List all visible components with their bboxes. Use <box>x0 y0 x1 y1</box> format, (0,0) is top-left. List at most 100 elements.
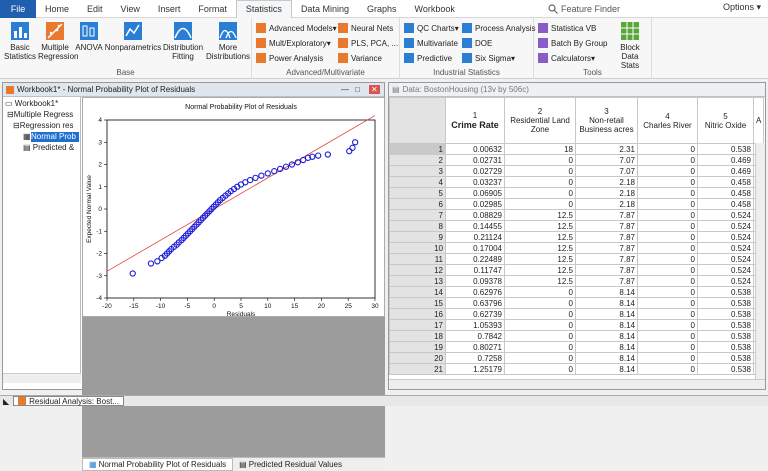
table-cell[interactable]: 0.7258 <box>445 352 505 364</box>
row-header[interactable]: 18 <box>389 330 446 342</box>
column-header[interactable]: 1 Crime Rate <box>445 97 505 144</box>
table-cell[interactable]: 7.87 <box>575 209 638 221</box>
anova-button[interactable]: ANOVA <box>75 21 103 52</box>
neural-nets-button[interactable]: Neural Nets <box>338 22 393 34</box>
table-cell[interactable]: 0 <box>504 154 576 166</box>
column-header[interactable]: 4 Charles River <box>637 97 698 144</box>
basic-statistics-button[interactable]: Basic Statistics <box>4 21 36 61</box>
table-cell[interactable]: 0.06905 <box>445 187 505 199</box>
qc-charts-button[interactable]: QC Charts ▾ <box>404 22 459 34</box>
table-cell[interactable]: 0.538 <box>697 297 754 309</box>
table-cell[interactable]: 0.09378 <box>445 275 505 287</box>
table-cell[interactable]: 0.22489 <box>445 253 505 265</box>
table-cell[interactable]: 8.14 <box>575 319 638 331</box>
table-cell[interactable]: 0 <box>637 198 698 210</box>
data-vertical-scrollbar[interactable] <box>755 143 765 379</box>
table-cell[interactable]: 12.5 <box>504 231 576 243</box>
process-analysis-button[interactable]: Process Analysis <box>462 22 535 34</box>
data-horizontal-scrollbar[interactable] <box>389 379 765 389</box>
table-cell[interactable]: 0 <box>637 319 698 331</box>
tree-item-multiple-regression[interactable]: ⊟Multiple Regress <box>7 110 73 120</box>
table-cell[interactable]: 0.08829 <box>445 209 505 221</box>
tab-edit[interactable]: Edit <box>78 0 112 18</box>
table-cell[interactable]: 12.5 <box>504 264 576 276</box>
table-cell[interactable]: 0.524 <box>697 209 754 221</box>
table-cell[interactable]: 8.14 <box>575 297 638 309</box>
table-cell[interactable]: 0 <box>504 308 576 320</box>
table-cell[interactable]: 0 <box>637 253 698 265</box>
table-cell[interactable]: 1.05393 <box>445 319 505 331</box>
multiple-regression-button[interactable]: Multiple Regression <box>38 21 78 61</box>
column-header[interactable]: 3 Non-retail Business acres <box>575 97 638 144</box>
row-header[interactable]: 17 <box>389 319 446 331</box>
table-cell[interactable]: 0.538 <box>697 363 754 375</box>
table-cell[interactable]: 0.03237 <box>445 176 505 188</box>
table-cell[interactable]: 0.538 <box>697 143 754 155</box>
table-cell[interactable]: 0.62739 <box>445 308 505 320</box>
table-cell[interactable]: 0.524 <box>697 253 754 265</box>
table-cell[interactable]: 7.07 <box>575 165 638 177</box>
table-cell[interactable]: 8.14 <box>575 330 638 342</box>
table-cell[interactable]: 0 <box>637 363 698 375</box>
table-cell[interactable]: 0 <box>637 231 698 243</box>
table-cell[interactable]: 0.02729 <box>445 165 505 177</box>
table-cell[interactable]: 8.14 <box>575 286 638 298</box>
pls-pca-button[interactable]: PLS, PCA, ... <box>338 37 398 49</box>
table-cell[interactable]: 0 <box>504 176 576 188</box>
nonparametrics-button[interactable]: Nonparametrics <box>104 21 162 52</box>
advanced-models-button[interactable]: Advanced Models ▾ <box>256 22 337 34</box>
table-cell[interactable]: 0.7842 <box>445 330 505 342</box>
table-cell[interactable]: 0 <box>504 363 576 375</box>
table-cell[interactable]: 7.87 <box>575 253 638 265</box>
multivariate-button[interactable]: Multivariate <box>404 37 458 49</box>
table-cell[interactable]: 8.14 <box>575 363 638 375</box>
table-cell[interactable]: 1.25179 <box>445 363 505 375</box>
table-cell[interactable]: 0 <box>504 187 576 199</box>
table-cell[interactable]: 0.458 <box>697 187 754 199</box>
row-header[interactable]: 7 <box>389 209 446 221</box>
corner-cell[interactable] <box>389 97 446 144</box>
table-cell[interactable]: 0 <box>504 330 576 342</box>
tab-home[interactable]: Home <box>36 0 78 18</box>
table-cell[interactable]: 0 <box>637 165 698 177</box>
table-cell[interactable]: 12.5 <box>504 220 576 232</box>
table-cell[interactable]: 2.18 <box>575 198 638 210</box>
row-header[interactable]: 21 <box>389 363 446 375</box>
table-cell[interactable]: 0.524 <box>697 220 754 232</box>
table-cell[interactable]: 12.5 <box>504 242 576 254</box>
table-cell[interactable]: 0 <box>637 341 698 353</box>
table-cell[interactable]: 0.63796 <box>445 297 505 309</box>
table-cell[interactable]: 7.07 <box>575 154 638 166</box>
table-cell[interactable]: 0 <box>637 220 698 232</box>
doe-button[interactable]: DOE <box>462 37 492 49</box>
table-cell[interactable]: 0 <box>504 198 576 210</box>
table-cell[interactable]: 0.538 <box>697 341 754 353</box>
table-cell[interactable]: 0.14455 <box>445 220 505 232</box>
tab-graphs[interactable]: Graphs <box>358 0 406 18</box>
table-cell[interactable]: 7.87 <box>575 242 638 254</box>
table-cell[interactable]: 0 <box>637 154 698 166</box>
tree-item-workbook[interactable]: ▭ Workbook1* <box>5 99 58 109</box>
column-header[interactable]: A <box>752 97 765 144</box>
table-cell[interactable]: 12.5 <box>504 275 576 287</box>
column-header[interactable]: 5 Nitric Oxide <box>697 97 754 144</box>
row-header[interactable]: 3 <box>389 165 446 177</box>
table-cell[interactable]: 0.458 <box>697 176 754 188</box>
tab-normal-probability-plot[interactable]: ▦ Normal Probability Plot of Residuals <box>82 458 234 471</box>
table-cell[interactable]: 0 <box>637 352 698 364</box>
tree-item-regression-results[interactable]: ⊟Regression res <box>13 121 74 131</box>
distribution-fitting-button[interactable]: Distribution Fitting <box>162 21 204 61</box>
six-sigma-button[interactable]: Six Sigma ▾ <box>462 52 515 64</box>
table-cell[interactable]: 0 <box>637 176 698 188</box>
row-header[interactable]: 2 <box>389 154 446 166</box>
row-header[interactable]: 10 <box>389 242 446 254</box>
table-cell[interactable]: 0 <box>637 242 698 254</box>
table-cell[interactable]: 0.458 <box>697 198 754 210</box>
table-cell[interactable]: 0.538 <box>697 308 754 320</box>
table-cell[interactable]: 0.538 <box>697 319 754 331</box>
predictive-button[interactable]: Predictive <box>404 52 452 64</box>
table-cell[interactable]: 0 <box>637 209 698 221</box>
table-cell[interactable]: 0.524 <box>697 231 754 243</box>
table-cell[interactable]: 0.21124 <box>445 231 505 243</box>
window-list-icon[interactable]: ◣ <box>3 397 9 406</box>
